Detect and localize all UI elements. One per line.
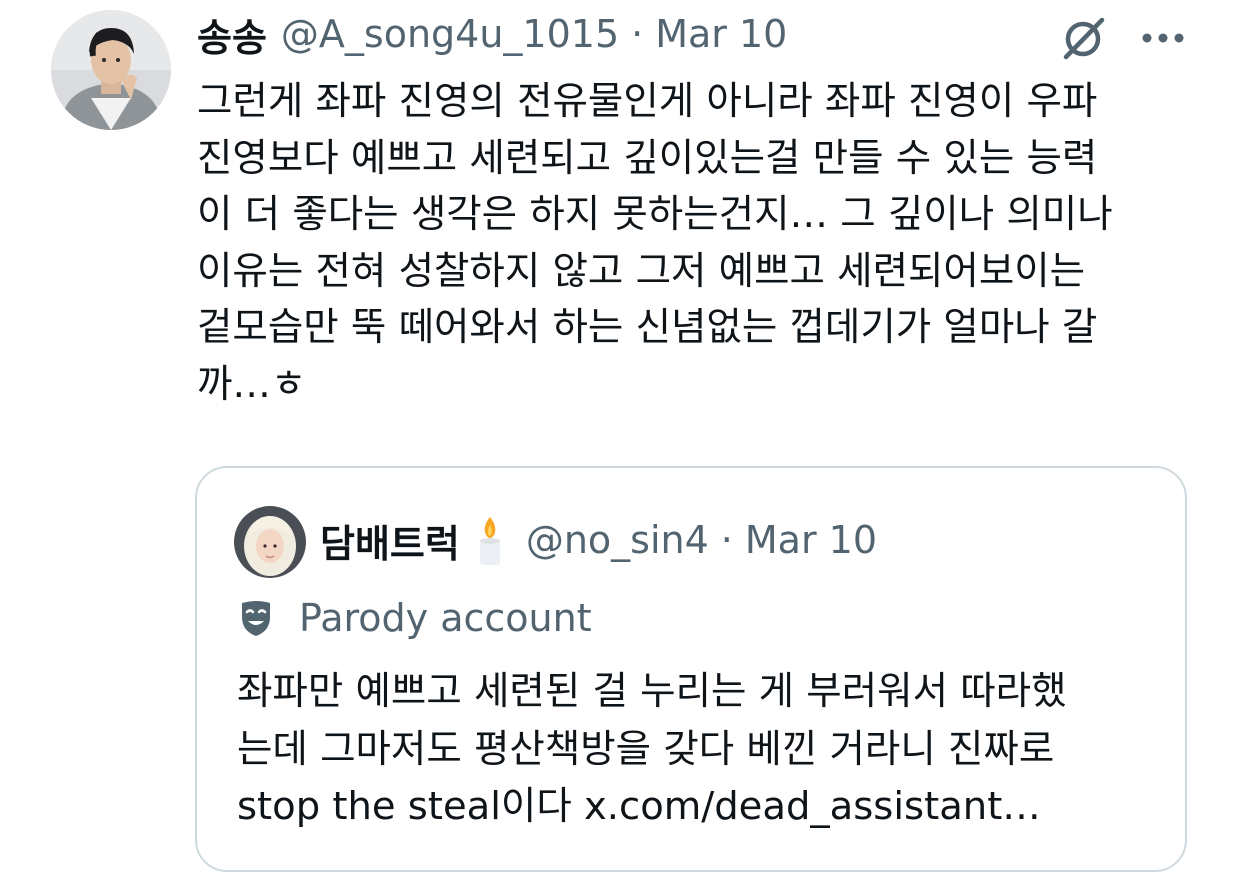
tweet-text-line: 진영보다 예쁘고 세련되고 깊이있는걸 만들 수 있는 능력 bbox=[197, 135, 1098, 181]
quoted-tweet-text: 좌파만 예쁘고 세련된 걸 누리는 게 부러워서 따라했 는데 그마저도 평산책… bbox=[237, 663, 1177, 836]
quoted-text-line: stop the steal이다 x.com/dead_assistant… bbox=[237, 784, 1041, 829]
tweet-date[interactable]: Mar 10 bbox=[655, 12, 787, 56]
tweet-text-line: 그런게 좌파 진영의 전유물인게 아니라 좌파 진영이 우파 bbox=[197, 79, 1098, 124]
quoted-author-display-name[interactable]: 담배트럭 bbox=[320, 513, 460, 568]
mask-icon bbox=[239, 599, 273, 637]
tweet-text-line: 겉모습만 뚝 떼어와서 하는 신념없는 껍데기가 얼마나 갈 bbox=[197, 305, 1098, 350]
author-handle[interactable]: @A_song4u_1015 bbox=[281, 12, 619, 56]
tweet-header: 송송 @A_song4u_1015 · Mar 10 bbox=[197, 8, 787, 60]
header-separator: · bbox=[631, 12, 644, 56]
quoted-tweet-card[interactable]: 담배트럭 @no_sin4 · Mar 10 Parody account 좌파… bbox=[195, 466, 1187, 872]
quoted-text-line: 좌파만 예쁘고 세련된 걸 누리는 게 부러워서 따라했 bbox=[237, 669, 1067, 714]
quoted-tweet-date[interactable]: Mar 10 bbox=[745, 518, 877, 562]
quoted-text-line: 는데 그마저도 평산책방을 갖다 베낀 거라니 진짜로 bbox=[237, 726, 1055, 772]
parody-account-text: Parody account bbox=[299, 596, 592, 640]
tweet-text-line: 이 더 좋다는 생각은 하지 못하는건지… 그 깊이나 의미나 bbox=[197, 192, 1113, 237]
quoted-header-separator: · bbox=[720, 518, 733, 562]
grok-icon[interactable] bbox=[1058, 12, 1108, 62]
author-avatar[interactable] bbox=[51, 10, 171, 130]
quoted-author-handle[interactable]: @no_sin4 bbox=[526, 518, 709, 562]
candle-icon bbox=[476, 513, 504, 567]
author-display-name[interactable]: 송송 bbox=[197, 7, 267, 62]
tweet-text-line: 까…ㅎ bbox=[197, 361, 307, 407]
tweet-text: 그런게 좌파 진영의 전유물인게 아니라 좌파 진영이 우파 진영보다 예쁘고 … bbox=[197, 74, 1197, 413]
quoted-tweet-header: 담배트럭 @no_sin4 · Mar 10 bbox=[320, 514, 877, 566]
more-horizontal-icon[interactable] bbox=[1140, 30, 1186, 44]
tweet-text-line: 이유는 전혀 성찰하지 않고 그저 예쁘고 세련되어보이는 bbox=[197, 248, 1086, 294]
quoted-author-avatar[interactable] bbox=[234, 506, 306, 578]
parody-account-label: Parody account bbox=[239, 594, 592, 642]
